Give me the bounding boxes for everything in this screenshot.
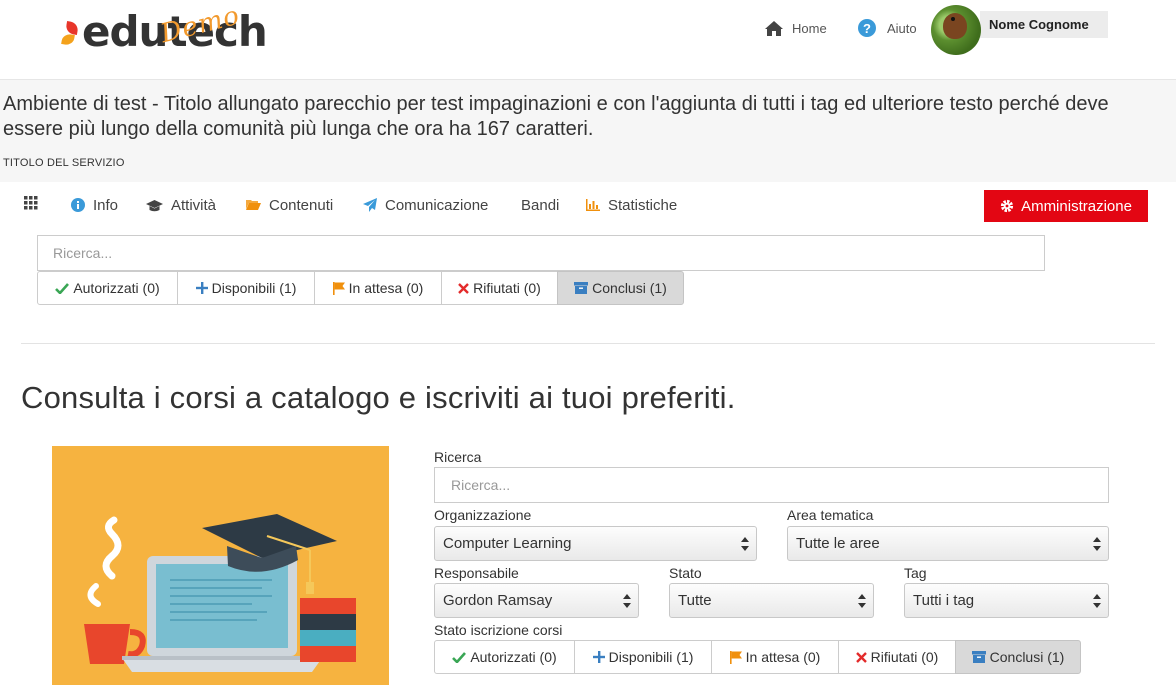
responsabile-label: Responsabile (434, 565, 519, 581)
section-divider (21, 343, 1155, 344)
amministrazione-button[interactable]: Amministrazione (984, 190, 1148, 222)
catalog-filter-autorizzati-button[interactable]: Autorizzati (0) (434, 640, 575, 674)
avatar[interactable] (931, 5, 981, 55)
plus-icon (195, 282, 208, 294)
responsabile-value: Gordon Ramsay (443, 592, 553, 609)
nav-comunicazione[interactable]: Comunicazione (363, 182, 488, 228)
grid-icon (24, 196, 38, 214)
catalog-illustration (52, 446, 389, 685)
tag-value: Tutti i tag (913, 592, 975, 609)
user-name[interactable]: Nome Cognome (980, 11, 1108, 38)
nav-statistiche-label: Statistiche (608, 196, 678, 214)
select-arrows-icon (623, 594, 631, 608)
top-search-input[interactable]: Ricerca... (37, 235, 1045, 271)
catalog-filter-in-attesa-button[interactable]: In attesa (0) (711, 640, 839, 674)
nav-contenuti-label: Contenuti (269, 196, 334, 214)
check-icon (452, 651, 467, 663)
filter-autorizzati-button[interactable]: Autorizzati (0) (37, 271, 178, 305)
bar-chart-icon (586, 199, 600, 211)
graduation-cap-icon (146, 199, 163, 212)
service-nav: Info Attività Contenuti Comunicazione Ba… (0, 182, 1176, 228)
logo-leaf-orange (61, 33, 75, 46)
area-tematica-select[interactable]: Tutte le aree (787, 526, 1109, 561)
plus-icon (592, 651, 605, 663)
community-title-band: Ambiente di test - Titolo allungato pare… (0, 80, 1176, 182)
catalog-filter-conclusi-label: Conclusi (1) (989, 649, 1065, 665)
app-header: edutech Demo Home ? Aiuto Nome Cognome (0, 0, 1176, 80)
service-title: TITOLO DEL SERVIZIO (3, 157, 125, 169)
nav-attivita-label: Attività (171, 196, 217, 214)
nav-bandi-label: Bandi (521, 196, 560, 214)
catalog-filter-autorizzati-label: Autorizzati (0) (470, 649, 557, 665)
stato-iscrizione-label: Stato iscrizione corsi (434, 622, 563, 638)
avatar-bird-eye (951, 17, 955, 21)
paper-plane-icon (363, 198, 377, 212)
help-link[interactable]: ? Aiuto (858, 14, 917, 42)
archive-icon (574, 282, 589, 294)
filter-disponibili-label: Disponibili (1) (211, 280, 297, 296)
select-arrows-icon (1093, 594, 1101, 608)
filter-in-attesa-button[interactable]: In attesa (0) (314, 271, 442, 305)
organizzazione-select[interactable]: Computer Learning (434, 526, 757, 561)
nav-contenuti[interactable]: Contenuti (246, 182, 333, 228)
stato-label: Stato (669, 565, 702, 581)
nav-comunicazione-label: Comunicazione (385, 196, 489, 214)
area-tematica-label: Area tematica (787, 507, 874, 523)
flag-icon (729, 650, 742, 664)
help-label: Aiuto (887, 20, 917, 36)
catalog-filter-conclusi-button[interactable]: Conclusi (1) (955, 640, 1081, 674)
catalog-filter-rifiutati-button[interactable]: Rifiutati (0) (838, 640, 956, 674)
catalog-filter-in-attesa-label: In attesa (0) (745, 649, 821, 665)
select-arrows-icon (1093, 537, 1101, 551)
catalog-search-input[interactable]: Ricerca... (434, 467, 1109, 503)
help-icon: ? (858, 19, 876, 37)
cross-icon (458, 282, 470, 294)
avatar-bird (943, 13, 967, 39)
nav-info[interactable]: Info (71, 182, 118, 228)
home-link[interactable]: Home (764, 14, 827, 42)
select-arrows-icon (858, 594, 866, 608)
filter-conclusi-label: Conclusi (1) (592, 280, 667, 296)
folder-icon (246, 199, 261, 211)
stato-value: Tutte (678, 592, 712, 609)
community-title: Ambiente di test - Titolo allungato pare… (3, 93, 1109, 140)
nav-attivita[interactable]: Attività (146, 182, 216, 228)
info-icon (71, 198, 85, 212)
responsabile-select[interactable]: Gordon Ramsay (434, 583, 639, 618)
filter-autorizzati-label: Autorizzati (0) (73, 280, 160, 296)
filter-conclusi-button[interactable]: Conclusi (1) (557, 271, 684, 305)
tag-label: Tag (904, 565, 927, 581)
catalog-status-filter-group: Autorizzati (0) Disponibili (1) In attes… (434, 640, 1081, 674)
home-label: Home (792, 20, 827, 36)
organizzazione-label: Organizzazione (434, 507, 532, 523)
archive-icon (971, 651, 986, 663)
stato-select[interactable]: Tutte (669, 583, 874, 618)
amministrazione-label: Amministrazione (1021, 197, 1132, 215)
edutech-logo[interactable]: edutech Demo (60, 1, 270, 58)
area-tematica-value: Tutte le aree (796, 535, 880, 552)
apps-grid-button[interactable] (24, 182, 38, 228)
select-arrows-icon (741, 537, 749, 551)
filter-rifiutati-button[interactable]: Rifiutati (0) (441, 271, 558, 305)
nav-info-label: Info (93, 196, 119, 214)
filter-disponibili-button[interactable]: Disponibili (1) (177, 271, 315, 305)
catalog-filter-disponibili-label: Disponibili (1) (608, 649, 694, 665)
catalog-heading: Consulta i corsi a catalogo e iscriviti … (21, 380, 736, 415)
check-icon (55, 282, 70, 294)
top-status-filter-group: Autorizzati (0) Disponibili (1) In attes… (37, 271, 684, 305)
catalog-filter-rifiutati-label: Rifiutati (0) (870, 649, 939, 665)
nav-bandi[interactable]: Bandi (521, 182, 559, 228)
filter-rifiutati-label: Rifiutati (0) (473, 280, 541, 296)
organizzazione-value: Computer Learning (443, 535, 572, 552)
flag-icon (332, 281, 345, 295)
gear-icon (1000, 199, 1014, 213)
nav-statistiche[interactable]: Statistiche (586, 182, 677, 228)
cross-icon (855, 651, 867, 663)
ricerca-label: Ricerca (434, 449, 482, 465)
home-icon (764, 20, 784, 37)
logo-leaf-red (65, 21, 79, 35)
filter-in-attesa-label: In attesa (0) (348, 280, 424, 296)
tag-select[interactable]: Tutti i tag (904, 583, 1109, 618)
catalog-filter-disponibili-button[interactable]: Disponibili (1) (574, 640, 712, 674)
